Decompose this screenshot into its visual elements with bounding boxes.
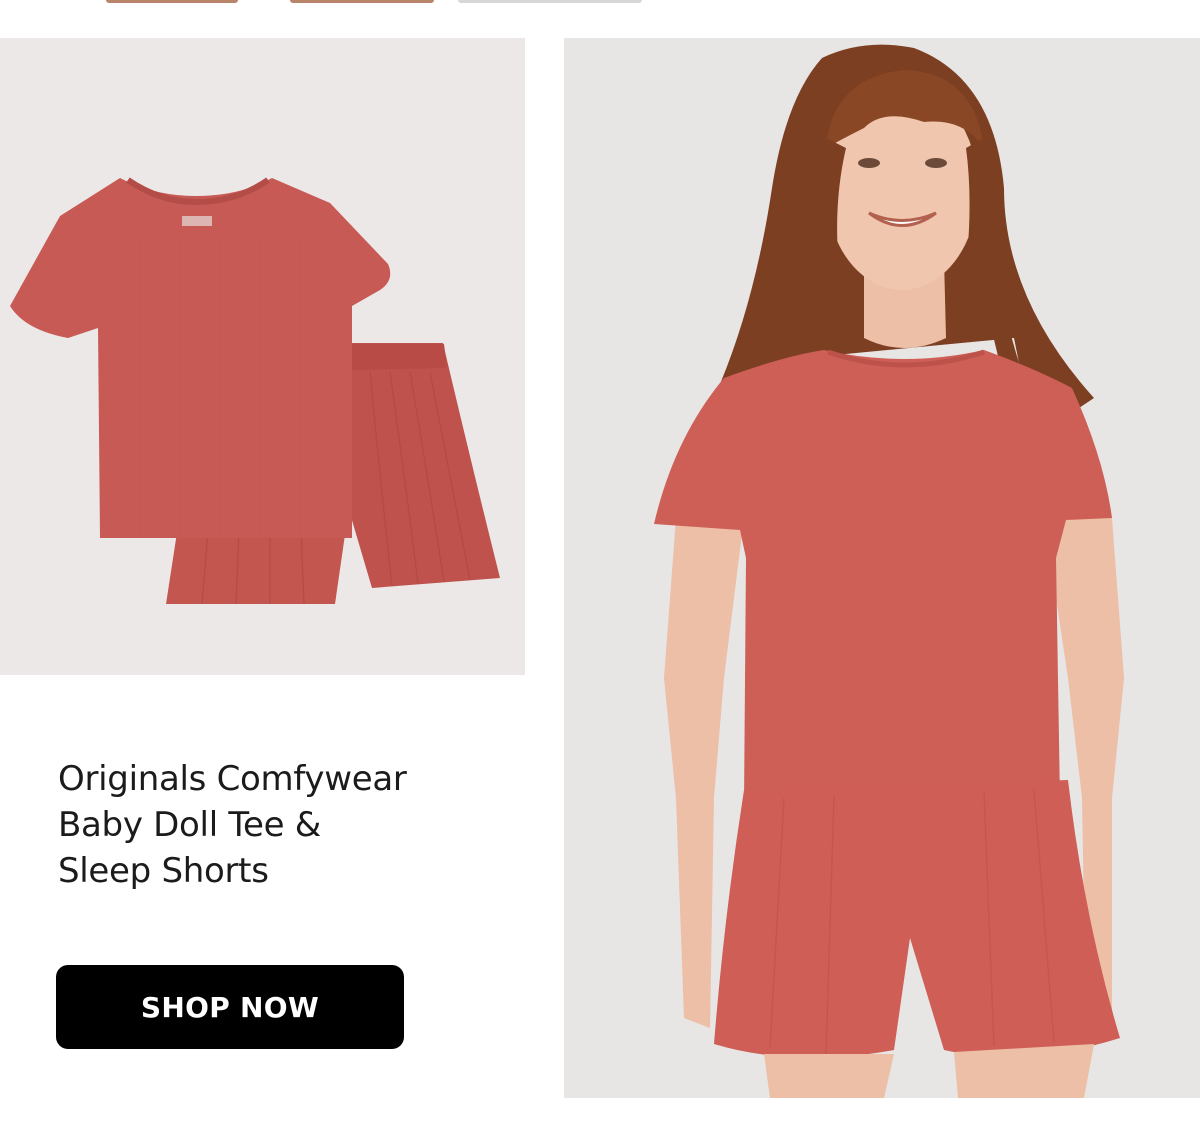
model-wearing-pajama-set-image	[654, 44, 1124, 1098]
model-product-image[interactable]	[564, 38, 1200, 1098]
product-title: Originals Comfywear Baby Doll Tee & Slee…	[58, 759, 407, 891]
previous-section-edge	[0, 0, 1200, 6]
pajama-set-flat-lay-image	[10, 177, 500, 605]
baby-doll-tee	[10, 177, 391, 538]
shop-now-button[interactable]: SHOP NOW	[56, 965, 404, 1049]
flat-lay-product-image[interactable]	[0, 38, 525, 675]
